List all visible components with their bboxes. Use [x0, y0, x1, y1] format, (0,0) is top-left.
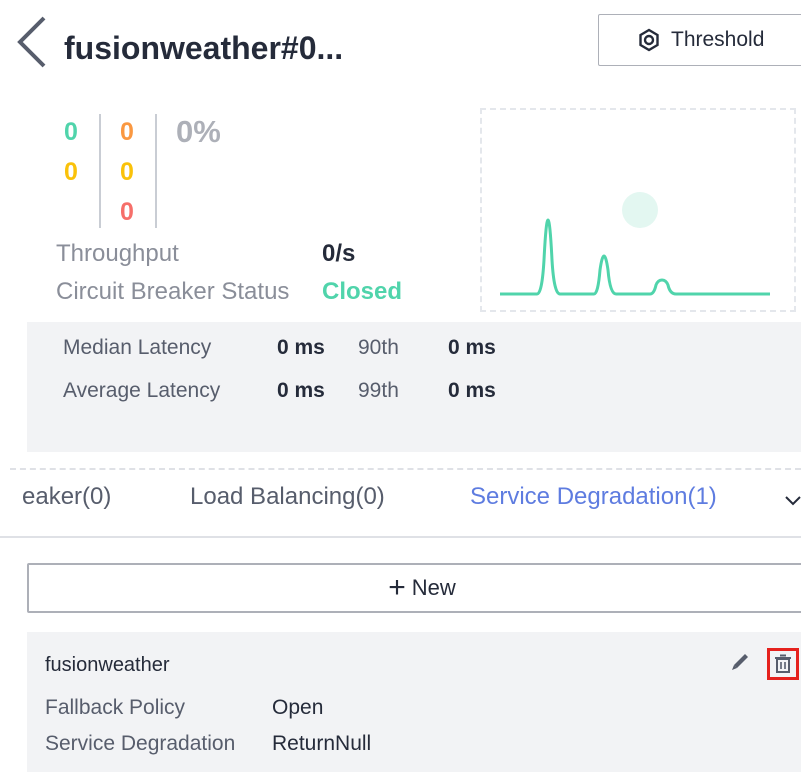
p99-label: 99th [358, 379, 399, 402]
policy-name: fusionweather [45, 654, 170, 676]
tab-load-balancing[interactable]: Load Balancing(0) [190, 483, 385, 511]
degradation-policy-card: fusionweather Fallback Policy Open Servi… [27, 632, 801, 772]
section-divider [10, 468, 801, 470]
new-button[interactable]: + New [27, 563, 801, 613]
fallback-policy-label: Fallback Policy [45, 696, 186, 719]
count-column-1: 0 0 [64, 112, 78, 192]
median-latency-value: 0 ms [277, 336, 325, 359]
fallback-policy-value: Open [272, 696, 324, 719]
service-degradation-value: ReturnNull [272, 732, 372, 755]
traffic-sparkline [480, 108, 796, 312]
divider [99, 114, 101, 228]
latency-panel: Median Latency 0 ms 90th 0 ms Average La… [27, 322, 801, 452]
count-column-2: 0 0 0 [120, 112, 134, 232]
average-latency-label: Average Latency [63, 379, 221, 402]
tab-service-degradation[interactable]: Service Degradation(1) [470, 483, 717, 511]
new-button-label: New [411, 575, 456, 600]
threshold-button-label: Threshold [671, 28, 765, 51]
count-short-circuited: 0 [64, 158, 78, 186]
chevron-down-icon[interactable] [785, 494, 801, 513]
gear-icon [639, 28, 659, 52]
pencil-icon[interactable] [730, 650, 752, 677]
page-title: fusionweather#0... [64, 30, 344, 66]
count-timeout: 0 [120, 118, 134, 146]
service-degradation-label: Service Degradation [45, 732, 236, 755]
health-circle [622, 192, 658, 228]
count-success: 0 [64, 118, 78, 146]
median-latency-label: Median Latency [63, 336, 212, 359]
count-failure: 0 [120, 198, 134, 226]
throughput-value: 0/s [322, 240, 356, 267]
plus-icon: + [388, 571, 406, 604]
threshold-button[interactable]: Threshold [598, 14, 801, 66]
p90-value: 0 ms [448, 336, 496, 359]
trash-icon[interactable] [767, 648, 799, 680]
error-percentage: 0% [176, 114, 221, 149]
circuit-breaker-status-value: Closed [322, 278, 403, 305]
tab-circuit-breaker[interactable]: eaker(0) [22, 483, 111, 511]
p99-value: 0 ms [448, 379, 496, 402]
throughput-label: Throughput [56, 240, 179, 267]
circuit-breaker-status-label: Circuit Breaker Status [56, 278, 290, 305]
average-latency-value: 0 ms [277, 379, 325, 402]
policy-tabs: eaker(0) Load Balancing(0) Service Degra… [0, 476, 801, 538]
p90-label: 90th [358, 336, 399, 359]
count-rejected: 0 [120, 158, 134, 186]
traffic-line [500, 218, 770, 296]
back-chevron-left-icon[interactable] [12, 14, 52, 70]
divider [155, 114, 157, 228]
